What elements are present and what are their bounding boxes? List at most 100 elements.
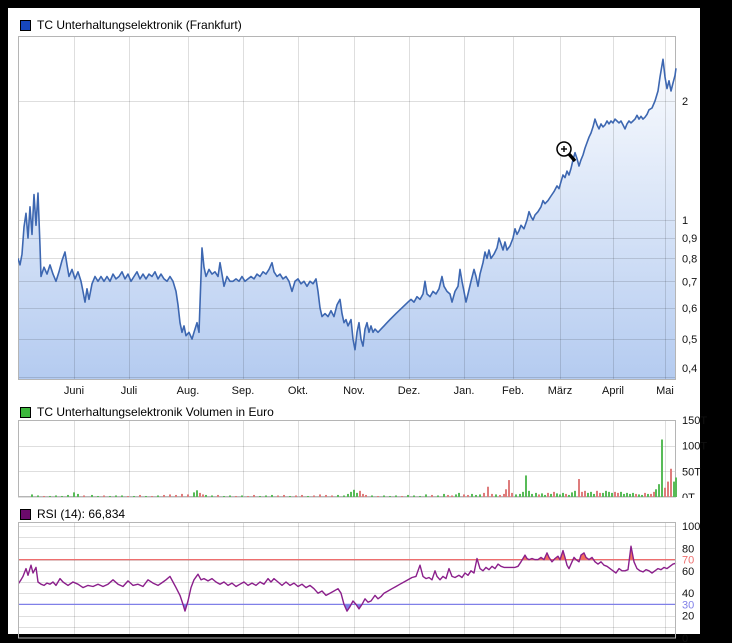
volume-bar <box>553 491 555 497</box>
volume-bar <box>541 493 543 497</box>
month-label: März <box>548 385 572 397</box>
volume-bar <box>181 493 183 497</box>
month-label: April <box>602 385 624 397</box>
volume-bar <box>581 491 583 497</box>
month-label: Okt. <box>288 385 308 397</box>
volume-bar <box>61 495 63 497</box>
volume-bar <box>479 494 481 497</box>
volume-bar <box>568 494 570 497</box>
volume-legend: TC Unterhaltungselektronik Volumen in Eu… <box>20 405 274 419</box>
rsi-y-tick-label: 80 <box>682 543 694 555</box>
volume-bar <box>217 494 219 497</box>
volume-bar <box>495 494 497 497</box>
volume-bar <box>337 494 339 497</box>
volume-bar <box>151 495 153 497</box>
volume-bar <box>253 494 255 497</box>
volume-bar <box>556 493 558 497</box>
volume-bar <box>483 492 485 497</box>
month-label: Aug. <box>177 385 200 397</box>
volume-bar <box>471 493 473 497</box>
volume-bar <box>653 491 655 497</box>
rsi-legend: RSI (14): 66,834 <box>20 507 125 521</box>
volume-bar <box>538 494 540 497</box>
volume-bar <box>629 493 631 497</box>
volume-bar <box>313 495 315 497</box>
volume-bar <box>377 495 379 497</box>
volume-bar <box>565 493 567 497</box>
volume-y-tick-label: 50T <box>682 466 701 478</box>
volume-bar <box>503 493 505 497</box>
volume-bar <box>271 494 273 497</box>
volume-bar <box>475 494 477 497</box>
rsi-plot[interactable]: 100 807060 403020 0 <box>18 522 708 642</box>
volume-bar <box>389 495 391 497</box>
month-label: Jan. <box>454 385 475 397</box>
volume-bar <box>157 495 159 497</box>
volume-bar <box>202 494 204 497</box>
volume-bar <box>599 492 601 497</box>
volume-bar <box>91 494 93 497</box>
volume-bar <box>121 495 123 497</box>
volume-bar <box>574 490 576 497</box>
price-y-tick-label: 0,8 <box>682 253 697 265</box>
volume-bar <box>425 494 427 497</box>
volume-bar <box>544 494 546 497</box>
volume-bar <box>175 494 177 497</box>
volume-bar <box>301 494 303 497</box>
price-chart-title: TC Unterhaltungselektronik (Frankfurt) <box>37 18 242 32</box>
volume-bar <box>667 481 669 497</box>
volume-y-tick-label: 150T <box>682 415 707 427</box>
volume-plot[interactable]: 150T 100T 50T 0T <box>18 410 708 498</box>
month-label: Mai <box>656 385 674 397</box>
volume-bar <box>675 477 677 497</box>
rsi-title: RSI (14): 66,834 <box>37 507 126 521</box>
volume-bar <box>647 493 649 497</box>
volume-bar <box>115 495 117 497</box>
volume-bar <box>241 495 243 497</box>
price-legend: TC Unterhaltungselektronik (Frankfurt) <box>20 18 242 32</box>
volume-bar <box>596 490 598 497</box>
price-plot[interactable]: 2 1 0,9 0,8 0,7 0,6 0,5 0,4 Juni Juli Aug. Sep. Okt.… <box>18 36 708 398</box>
volume-bar <box>463 494 465 497</box>
volume-bar <box>635 493 637 497</box>
volume-bar <box>455 494 457 497</box>
volume-bar <box>650 493 652 497</box>
chart-screenshot: TC Unterhaltungselektronik (Frankfurt) 2… <box>0 0 732 643</box>
volume-bar <box>535 492 537 497</box>
price-y-tick-label: 0,6 <box>682 303 697 315</box>
volume-bar <box>431 494 433 497</box>
volume-chart-title: TC Unterhaltungselektronik Volumen in Eu… <box>37 405 274 419</box>
volume-bar <box>401 495 403 497</box>
volume-bar <box>447 494 449 497</box>
volume-bar <box>458 492 460 497</box>
volume-bar <box>670 468 672 497</box>
volume-bar <box>550 493 552 497</box>
volume-bar <box>229 495 231 497</box>
price-legend-swatch <box>20 19 31 31</box>
volume-bar <box>522 491 524 497</box>
chart-widget: TC Unterhaltungselektronik (Frankfurt) 2… <box>8 8 707 642</box>
volume-bar <box>611 492 613 497</box>
volume-bar <box>383 495 385 497</box>
volume-bar <box>265 495 267 497</box>
price-y-tick-label: 0,9 <box>682 233 697 245</box>
volume-bar <box>487 486 489 497</box>
volume-bar <box>295 495 297 497</box>
month-label: Feb. <box>502 385 524 397</box>
price-y-tick-label: 2 <box>682 96 688 108</box>
rsi-y-tick-label: 60 <box>682 566 694 578</box>
volume-plot-border <box>18 420 676 497</box>
volume-bar <box>508 480 510 497</box>
volume-bar <box>638 494 640 497</box>
volume-bar <box>515 494 517 497</box>
price-y-tick-label: 0,7 <box>682 276 697 288</box>
volume-bar <box>590 491 592 497</box>
volume-bar <box>407 494 409 497</box>
price-y-tick-label: 1 <box>682 215 688 227</box>
volume-bar <box>205 494 207 497</box>
volume-bar <box>362 493 364 497</box>
volume-bar <box>661 439 663 497</box>
price-y-tick-label: 0,5 <box>682 334 697 346</box>
volume-bar <box>325 494 327 497</box>
volume-bar <box>395 495 397 497</box>
